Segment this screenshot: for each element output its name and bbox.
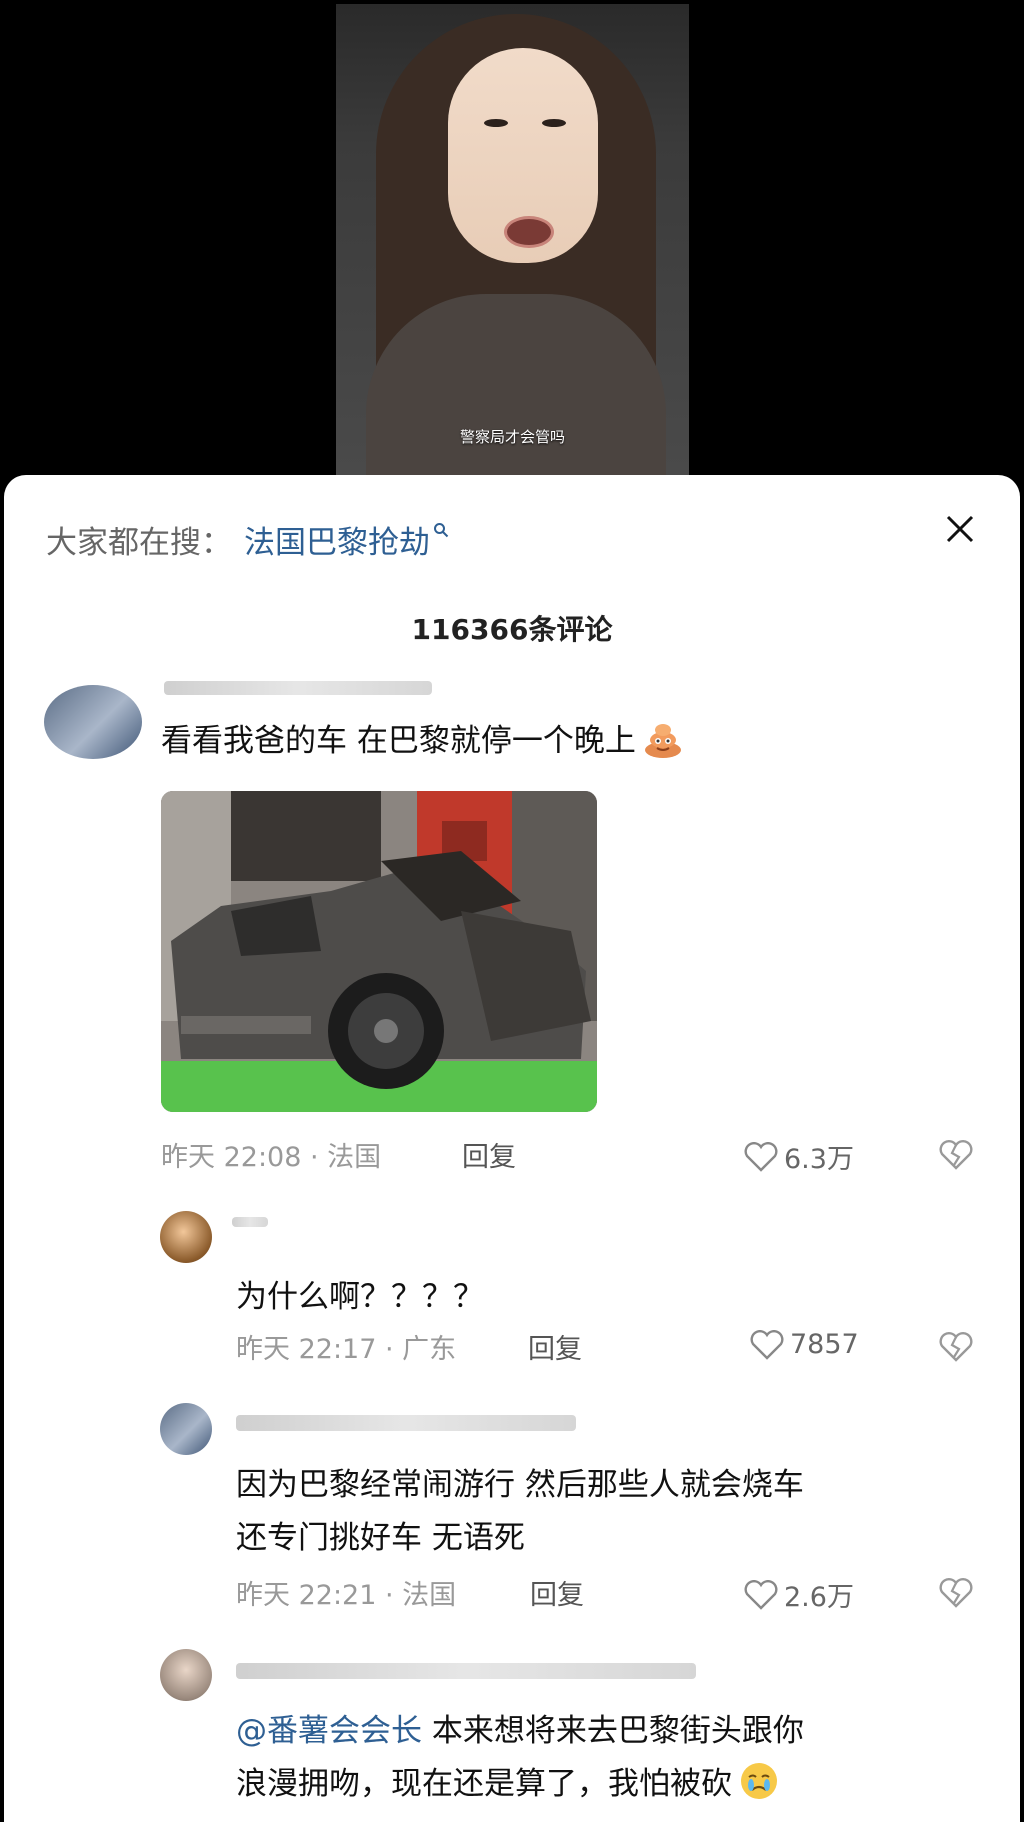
username-redacted (236, 1663, 696, 1679)
close-button[interactable] (936, 505, 984, 553)
like-button[interactable]: 6.3万 (744, 1137, 854, 1176)
comment-text: @番薯会会长 本来想将来去巴黎街头跟你 浪漫拥吻，现在还是算了，我怕被砍 (236, 1705, 804, 1811)
comment-text-line: 浪漫拥吻，现在还是算了，我怕被砍 (236, 1766, 732, 1802)
crying-emoji-icon (741, 1763, 777, 1799)
comment-meta: 昨天 22:21 · 法国 (236, 1580, 457, 1611)
comment-text: 看看我爸的车 在巴黎就停一个晚上 (161, 715, 684, 768)
heart-outline-icon (750, 1329, 784, 1360)
like-button[interactable]: 2.6万 (744, 1575, 854, 1614)
like-count: 7857 (790, 1329, 859, 1360)
comment-image-burnt-car[interactable] (161, 791, 597, 1112)
comment-text: 因为巴黎经常闹游行 然后那些人就会烧车 还专门挑好车 无语死 (236, 1459, 804, 1565)
username-redacted (164, 681, 432, 695)
broken-heart-icon[interactable] (938, 1331, 974, 1363)
broken-heart-icon[interactable] (938, 1577, 974, 1609)
close-icon[interactable] (945, 514, 975, 544)
reply-button[interactable]: 回复 (530, 1573, 584, 1612)
video-person-mouth (504, 216, 554, 248)
trending-search-prefix: 大家都在搜： (46, 524, 232, 561)
comment-meta: 昨天 22:17 · 广东 (236, 1334, 457, 1365)
comment-text-content: 看看我爸的车 在巴黎就停一个晚上 (161, 723, 636, 759)
burnt-car-illustration (161, 791, 597, 1112)
comment-meta: 昨天 22:08 · 法国 (161, 1142, 382, 1173)
trending-search-bar: 大家都在搜： 法国巴黎抢劫 (46, 515, 449, 563)
video-player[interactable]: 警察局才会管吗 (336, 4, 689, 475)
comment-count: 116366条评论 (411, 613, 613, 646)
avatar[interactable] (44, 685, 142, 759)
avatar[interactable] (160, 1211, 212, 1263)
video-caption: 警察局才会管吗 (459, 428, 565, 446)
video-person-body (366, 294, 666, 475)
video-person-eye (484, 119, 508, 127)
username-redacted (236, 1415, 576, 1431)
like-button[interactable]: 7857 (750, 1329, 859, 1360)
avatar[interactable] (160, 1649, 212, 1701)
mention-link[interactable]: @番薯会会长 (236, 1713, 422, 1749)
broken-heart-icon[interactable] (938, 1139, 974, 1171)
comment-text-line: 因为巴黎经常闹游行 然后那些人就会烧车 (236, 1467, 804, 1503)
heart-outline-icon (744, 1141, 778, 1172)
like-count: 2.6万 (784, 1582, 854, 1613)
reply-button[interactable]: 回复 (462, 1135, 516, 1174)
reply-button[interactable]: 回复 (528, 1327, 582, 1366)
comments-sheet: 大家都在搜： 法国巴黎抢劫 116366条评论 看看我爸的车 在巴黎就停一个晚上 (4, 475, 1020, 1822)
comment-text-line: 本来想将来去巴黎街头跟你 (422, 1713, 804, 1749)
search-icon[interactable] (433, 519, 449, 544)
avatar[interactable] (160, 1403, 212, 1455)
heart-outline-icon (744, 1579, 778, 1610)
comment-text: 为什么啊？？？？ (236, 1279, 484, 1315)
like-count: 6.3万 (784, 1144, 854, 1175)
comment-text-line: 还专门挑好车 无语死 (236, 1520, 525, 1556)
username-redacted (232, 1217, 268, 1227)
video-person-eye (542, 119, 566, 127)
poop-emoji-icon (644, 724, 681, 758)
trending-search-term[interactable]: 法国巴黎抢劫 (244, 517, 430, 562)
